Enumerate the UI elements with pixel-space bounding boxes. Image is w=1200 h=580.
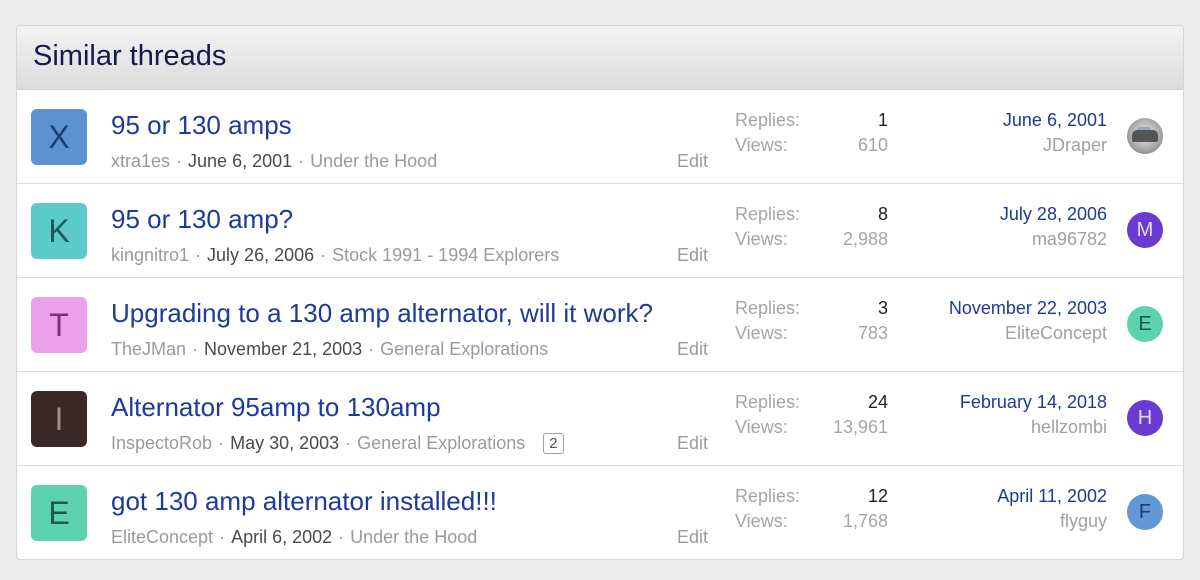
last-post-date-link[interactable]: February 14, 2018 [960,392,1107,413]
author-link[interactable]: kingnitro1 [111,245,189,266]
author-link[interactable]: TheJMan [111,339,186,360]
thread-row: T Upgrading to a 130 amp alternator, wil… [17,278,1183,372]
avatar-letter: I [54,401,64,437]
avatar-letter: T [49,307,69,343]
replies-label: Replies: [735,204,801,224]
replies-count: 24 [867,392,888,412]
thread-date: May 30, 2003 [230,433,340,453]
replies-count: 8 [877,204,888,224]
similar-threads-block: Similar threads X 95 or 130 amps xtra1es… [16,25,1184,560]
author-avatar[interactable]: T [31,297,87,353]
car-body-icon [1132,130,1158,142]
last-post-date-link[interactable]: June 6, 2001 [1003,110,1107,131]
thread-date: June 6, 2001 [188,151,293,171]
block-title: Similar threads [33,40,227,72]
last-poster-avatar[interactable] [1127,118,1163,154]
forum-link[interactable]: Under the Hood [310,151,437,172]
thread-title-link[interactable]: Alternator 95amp to 130amp [111,392,441,423]
replies-label: Replies: [735,392,801,412]
author-avatar[interactable]: E [31,485,87,541]
last-poster-link[interactable]: JDraper [1043,135,1107,156]
thread-meta: InspectoRob · May 30, 2003 · General Exp… [111,433,564,454]
last-poster-link[interactable]: hellzombi [1031,417,1107,438]
avatar-letter: E [48,495,70,531]
last-poster-link[interactable]: EliteConcept [1005,323,1107,344]
meta-separator: · [219,527,226,547]
thread-title-link[interactable]: 95 or 130 amp? [111,204,293,235]
replies-label: Replies: [735,110,801,130]
edit-link[interactable]: Edit [677,245,708,266]
edit-link[interactable]: Edit [677,339,708,360]
avatar-letter: H [1137,407,1153,429]
thread-meta: kingnitro1 · July 26, 2006 · Stock 1991 … [111,245,559,266]
meta-separator: · [218,433,225,453]
avatar-letter: X [48,119,70,155]
replies-count: 12 [867,486,888,506]
last-poster-avatar[interactable]: E [1127,306,1163,342]
thread-date: April 6, 2002 [231,527,333,547]
author-avatar[interactable]: X [31,109,87,165]
views-count: 1,768 [842,511,888,531]
last-post-date-link[interactable]: July 28, 2006 [1000,204,1107,225]
meta-separator: · [176,151,183,171]
thread-row: K 95 or 130 amp? kingnitro1 · July 26, 2… [17,184,1183,278]
avatar-letter: K [48,213,70,249]
views-label: Views: [735,511,788,531]
replies-label: Replies: [735,486,801,506]
block-header: Similar threads [17,26,1183,90]
views-count: 13,961 [832,417,888,437]
views-label: Views: [735,135,788,155]
forum-link[interactable]: General Explorations [357,433,525,454]
meta-separator: · [338,527,345,547]
replies-label: Replies: [735,298,801,318]
forum-link[interactable]: General Explorations [380,339,548,360]
avatar-letter: M [1136,219,1154,241]
meta-separator: · [345,433,352,453]
meta-separator: · [368,339,375,359]
last-poster-avatar[interactable]: F [1127,494,1163,530]
thread-row: X 95 or 130 amps xtra1es · June 6, 2001 … [17,90,1183,184]
thread-row: I Alternator 95amp to 130amp InspectoRob… [17,372,1183,466]
last-poster-link[interactable]: flyguy [1060,511,1107,532]
edit-link[interactable]: Edit [677,433,708,454]
thread-row: E got 130 amp alternator installed!!! El… [17,466,1183,559]
last-poster-avatar[interactable]: M [1127,212,1163,248]
thread-title-link[interactable]: 95 or 130 amps [111,110,292,141]
last-post-date-link[interactable]: April 11, 2002 [997,486,1107,507]
replies-count: 1 [877,110,888,130]
thread-date: November 21, 2003 [204,339,363,359]
last-post-date-link[interactable]: November 22, 2003 [949,298,1107,319]
thread-meta: TheJMan · November 21, 2003 · General Ex… [111,339,548,360]
forum-link[interactable]: Under the Hood [350,527,477,548]
avatar-letter: E [1138,313,1152,335]
meta-separator: · [195,245,202,265]
last-poster-link[interactable]: ma96782 [1032,229,1107,250]
thread-date: July 26, 2006 [207,245,315,265]
thread-title-link[interactable]: Upgrading to a 130 amp alternator, will … [111,298,653,329]
meta-separator: · [320,245,327,265]
author-link[interactable]: InspectoRob [111,433,212,454]
author-avatar[interactable]: K [31,203,87,259]
views-count: 610 [857,135,888,155]
thread-meta: EliteConcept · April 6, 2002 · Under the… [111,527,477,548]
author-avatar[interactable]: I [31,391,87,447]
views-label: Views: [735,417,788,437]
views-count: 783 [857,323,888,343]
author-link[interactable]: EliteConcept [111,527,213,548]
meta-separator: · [298,151,305,171]
edit-link[interactable]: Edit [677,527,708,548]
meta-separator: · [192,339,199,359]
page-2-link[interactable]: 2 [543,433,564,454]
thread-title-link[interactable]: got 130 amp alternator installed!!! [111,486,497,517]
forum-link[interactable]: Stock 1991 - 1994 Explorers [332,245,559,266]
author-link[interactable]: xtra1es [111,151,170,172]
last-poster-avatar[interactable]: H [1127,400,1163,436]
thread-meta: xtra1es · June 6, 2001 · Under the Hood [111,151,437,172]
avatar-letter: F [1138,501,1152,523]
edit-link[interactable]: Edit [677,151,708,172]
views-label: Views: [735,229,788,249]
views-count: 2,988 [842,229,888,249]
replies-count: 3 [877,298,888,318]
views-label: Views: [735,323,788,343]
